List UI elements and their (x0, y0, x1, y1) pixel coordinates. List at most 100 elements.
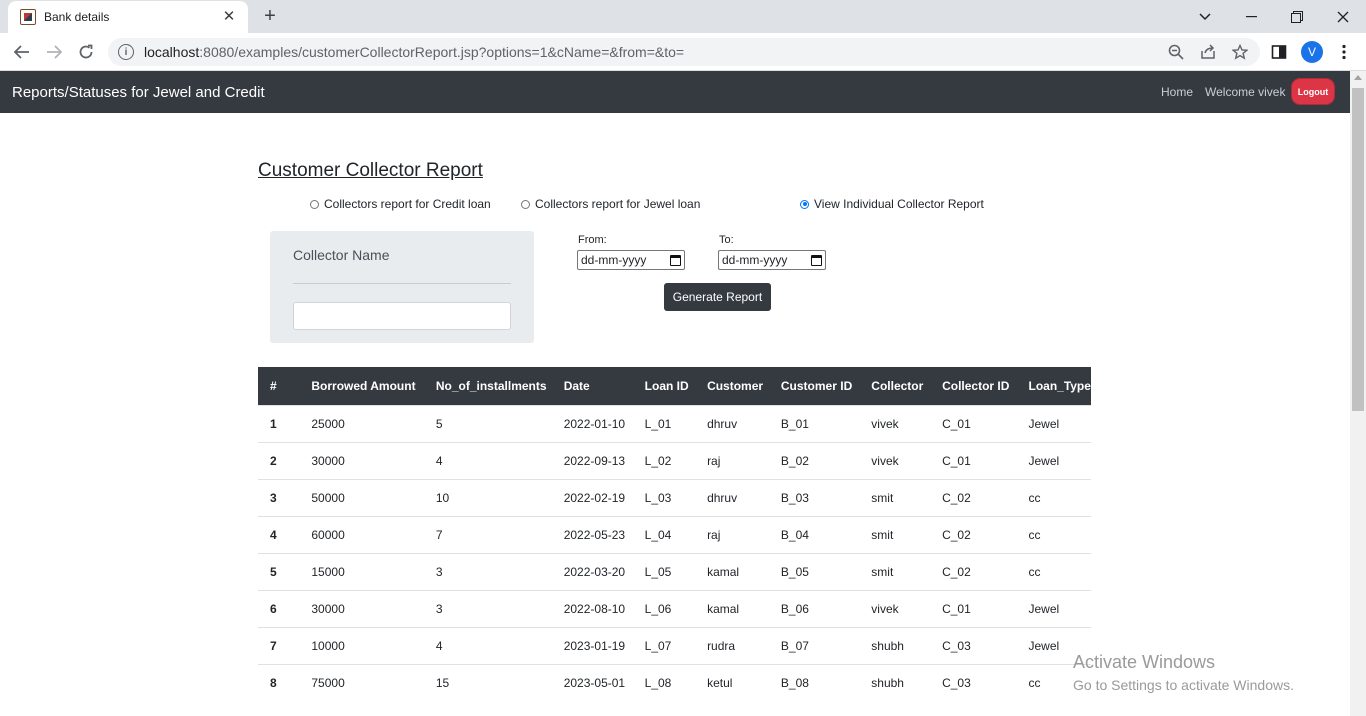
generate-report-button[interactable]: Generate Report (664, 283, 771, 311)
app-navbar: Reports/Statuses for Jewel and Credit Ho… (0, 71, 1350, 113)
url-text: localhost:8080/examples/customerCollecto… (144, 44, 685, 60)
table-cell: 2023-01-19 (551, 626, 633, 664)
table-cell: 4 (423, 441, 552, 479)
zoom-icon[interactable] (1166, 42, 1186, 62)
table-cell: 15000 (299, 552, 424, 590)
table-cell: smit (859, 515, 931, 553)
side-panel-icon[interactable] (1269, 42, 1289, 62)
bookmark-star-icon[interactable] (1230, 42, 1250, 62)
column-header: Customer (695, 367, 769, 405)
restore-icon[interactable] (1274, 0, 1320, 33)
calendar-icon[interactable] (811, 254, 822, 266)
table-cell: dhruv (695, 478, 769, 516)
from-date-placeholder: dd-mm-yyyy (581, 253, 647, 267)
table-cell: 15 (423, 663, 552, 701)
table-cell: 3 (258, 478, 300, 516)
column-header: No_of_installments (423, 367, 552, 405)
navbar-brand[interactable]: Reports/Statuses for Jewel and Credit (12, 84, 265, 101)
radio-credit-loan[interactable]: Collectors report for Credit loan (310, 197, 491, 211)
activate-windows-subtitle: Go to Settings to activate Windows. (1073, 677, 1294, 693)
tab-title: Bank details (44, 10, 110, 24)
table-cell: vivek (859, 589, 931, 627)
table-cell: 3 (423, 552, 552, 590)
forward-icon[interactable] (41, 39, 67, 65)
page-scrollbar[interactable] (1350, 71, 1366, 716)
back-icon[interactable] (9, 39, 35, 65)
table-cell: cc (1016, 552, 1091, 590)
table-cell: C_03 (930, 663, 1017, 701)
table-cell: 4 (258, 515, 300, 553)
table-cell: L_08 (632, 663, 696, 701)
table-cell: 6 (258, 589, 300, 627)
table-cell: B_02 (768, 441, 860, 479)
browser-tabstrip: Bank details ✕ + (0, 0, 1366, 33)
profile-avatar[interactable]: V (1301, 41, 1323, 63)
logout-button[interactable]: Logout (1291, 78, 1335, 105)
reload-icon[interactable] (73, 39, 99, 65)
table-cell: smit (859, 478, 931, 516)
scroll-up-arrow-icon[interactable] (1354, 75, 1362, 80)
table-cell: L_07 (632, 626, 696, 664)
table-cell: smit (859, 552, 931, 590)
radio-jewel-loan[interactable]: Collectors report for Jewel loan (521, 197, 700, 211)
radio-button[interactable] (310, 199, 319, 209)
column-header: Collector (859, 367, 931, 405)
tab-search-chevron-icon[interactable] (1182, 0, 1228, 33)
table-row: 3 50000 10 2022-02-19 L_03 dhruv B_03 smit C_02 c… (258, 478, 1091, 516)
activate-windows-title: Activate Windows (1073, 652, 1216, 672)
browser-tab[interactable]: Bank details ✕ (8, 1, 248, 33)
table-cell: vivek (859, 441, 931, 479)
from-date-input[interactable]: dd-mm-yyyy (577, 250, 685, 270)
browser-toolbar: i localhost:8080/examples/customerCollec… (0, 33, 1366, 71)
browser-menu-icon[interactable] (1334, 42, 1354, 62)
radio-button-checked[interactable] (800, 199, 809, 209)
column-header: Customer ID (768, 367, 860, 405)
site-favicon-icon (20, 9, 36, 25)
radio-label: View Individual Collector Report (814, 197, 984, 211)
table-cell: kamal (695, 589, 769, 627)
table-cell: raj (695, 441, 769, 479)
table-row: 2 30000 4 2022-09-13 L_02 raj B_02 vivek C_01 Jew… (258, 441, 1091, 479)
table-row: 4 60000 7 2022-05-23 L_04 raj B_04 smit C_02 cc (258, 515, 1091, 553)
column-header: Loan_Type (1016, 367, 1091, 405)
table-cell: L_02 (632, 441, 696, 479)
radio-individual-collector[interactable]: View Individual Collector Report (800, 197, 984, 211)
radio-label: Collectors report for Credit loan (324, 197, 491, 211)
collector-name-input[interactable] (293, 302, 511, 330)
table-row: 8 75000 15 2023-05-01 L_08 ketul B_08 shubh C_03… (258, 663, 1091, 701)
table-cell: C_02 (930, 478, 1017, 516)
table-cell: 2022-09-13 (551, 441, 633, 479)
table-cell: 7 (258, 626, 300, 664)
table-cell: L_05 (632, 552, 696, 590)
table-cell: L_06 (632, 589, 696, 627)
table-cell: vivek (859, 404, 931, 442)
address-bar[interactable]: i localhost:8080/examples/customerCollec… (108, 38, 1260, 66)
table-cell: dhruv (695, 404, 769, 442)
table-cell: 5 (423, 404, 552, 442)
table-cell: B_01 (768, 404, 860, 442)
table-cell: 8 (258, 663, 300, 701)
nav-home-link[interactable]: Home (1161, 85, 1193, 99)
site-info-icon[interactable]: i (118, 44, 134, 60)
collector-name-label: Collector Name (293, 247, 390, 263)
table-cell: B_03 (768, 478, 860, 516)
table-cell: C_03 (930, 626, 1017, 664)
page-title: Customer Collector Report (258, 160, 483, 181)
close-tab-icon[interactable]: ✕ (220, 8, 238, 26)
table-row: 7 10000 4 2023-01-19 L_07 rudra B_07 shubh C_03 J… (258, 626, 1091, 664)
column-header: Loan ID (632, 367, 696, 405)
table-header-row: # Borrowed Amount No_of_installments Date Lo… (258, 367, 1091, 405)
column-header: Date (551, 367, 633, 405)
calendar-icon[interactable] (670, 254, 681, 266)
table-cell: Jewel (1016, 441, 1091, 479)
table-cell: B_08 (768, 663, 860, 701)
table-cell: C_01 (930, 589, 1017, 627)
collector-name-card: Collector Name (270, 231, 534, 343)
minimize-icon[interactable] (1228, 0, 1274, 33)
scrollbar-thumb[interactable] (1352, 88, 1364, 411)
new-tab-icon[interactable]: + (258, 4, 282, 28)
share-icon[interactable] (1198, 42, 1218, 62)
close-window-icon[interactable] (1320, 0, 1366, 33)
to-date-input[interactable]: dd-mm-yyyy (718, 250, 826, 270)
radio-button[interactable] (521, 199, 530, 209)
